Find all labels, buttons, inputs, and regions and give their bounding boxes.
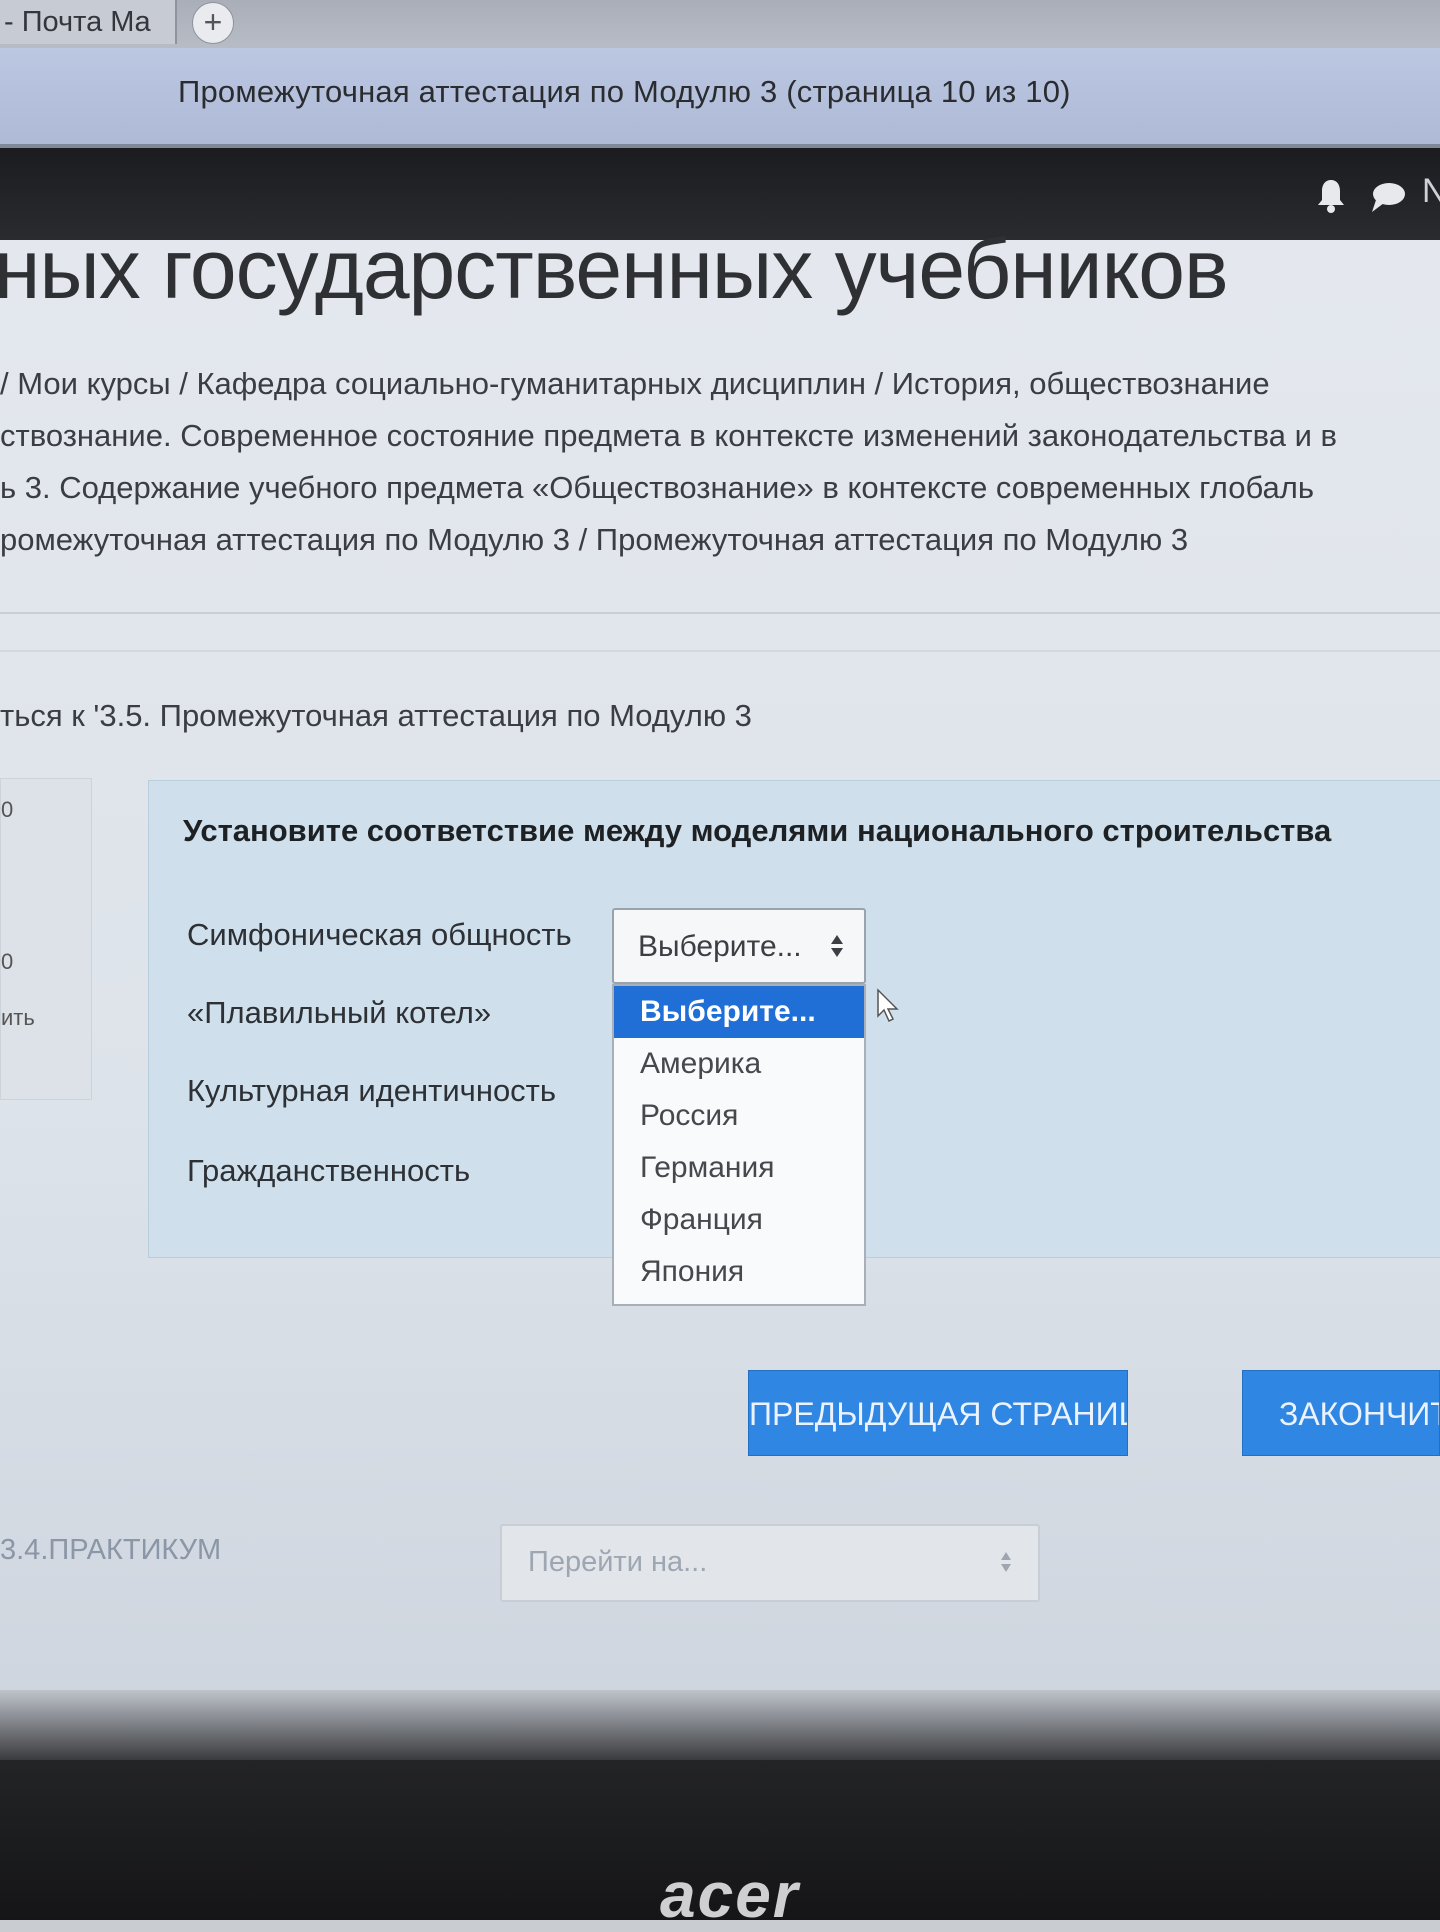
dropdown-option[interactable]: Америка <box>614 1038 864 1090</box>
new-tab-button[interactable]: + <box>192 2 234 44</box>
browser-tab-bar: - Почта Ma + <box>0 0 1440 48</box>
jump-to-select[interactable]: Перейти на... <box>500 1524 1040 1602</box>
question-info-box: 0 0 ить <box>0 778 92 1100</box>
course-title: ных государственных учебников <box>0 222 1229 316</box>
tab-title: - Почта Ma <box>4 6 151 38</box>
window-title: Промежуточная аттестация по Модулю 3 (ст… <box>178 74 1071 109</box>
screen-bottom-edge <box>0 1690 1440 1760</box>
match-item-label: Культурная идентичность <box>187 1073 557 1108</box>
return-to-activity-link[interactable]: ться к '3.5. Промежуточная аттестация по… <box>0 698 752 734</box>
dropdown-option[interactable]: Германия <box>614 1142 864 1194</box>
divider <box>0 650 1440 652</box>
window-title-bar: Промежуточная аттестация по Модулю 3 (ст… <box>0 48 1440 148</box>
match-select[interactable]: Выберите... <box>612 908 866 984</box>
dropdown-option[interactable]: Россия <box>614 1090 864 1142</box>
dropdown-option[interactable]: Выберите... <box>614 986 864 1038</box>
previous-activity-link[interactable]: 3.4.ПРАКТИКУМ <box>0 1534 221 1567</box>
match-item-label: Симфоническая общность <box>187 917 572 952</box>
chat-icon[interactable] <box>1370 180 1406 214</box>
select-value: Выберите... <box>638 930 802 963</box>
select-arrows-icon <box>1001 1552 1011 1572</box>
browser-tab[interactable]: - Почта Ma <box>0 0 177 44</box>
breadcrumb: / Мои курсы / Кафедра социально-гуманита… <box>0 358 1440 566</box>
breadcrumb-line[interactable]: ствознание. Современное состояние предме… <box>0 410 1440 462</box>
breadcrumb-line[interactable]: / Мои курсы / Кафедра социально-гуманита… <box>0 358 1440 410</box>
breadcrumb-line[interactable]: ромежуточная аттестация по Модулю 3 / Пр… <box>0 514 1440 566</box>
brand-logo: acer <box>660 1859 800 1931</box>
flag-question-fragment[interactable]: ить <box>1 1005 35 1031</box>
select-dropdown-list: Выберите... Америка Россия Германия Фран… <box>612 984 866 1306</box>
jump-to-placeholder: Перейти на... <box>528 1546 708 1578</box>
question-text: Установите соответствие между моделями н… <box>183 813 1332 848</box>
match-item-label: «Плавильный котел» <box>187 995 492 1030</box>
divider <box>0 612 1440 614</box>
select-arrows-icon <box>831 935 843 957</box>
dropdown-option[interactable]: Франция <box>614 1194 864 1246</box>
dropdown-option[interactable]: Япония <box>614 1246 864 1298</box>
laptop-bezel: acer <box>0 1760 1440 1931</box>
question-number-fragment: 0 <box>1 797 14 822</box>
breadcrumb-line[interactable]: ь 3. Содержание учебного предмета «Общес… <box>0 462 1440 514</box>
previous-page-button[interactable]: ПРЕДЫДУЩАЯ СТРАНИЦА <box>748 1370 1128 1456</box>
finish-attempt-button[interactable]: ЗАКОНЧИТ <box>1242 1370 1440 1456</box>
question-mark-fragment: 0 <box>1 949 14 974</box>
match-item-label: Гражданственность <box>187 1153 471 1188</box>
bell-icon[interactable] <box>1316 178 1346 214</box>
user-menu-fragment[interactable]: N <box>1422 172 1440 211</box>
mouse-cursor-icon <box>877 988 899 1023</box>
